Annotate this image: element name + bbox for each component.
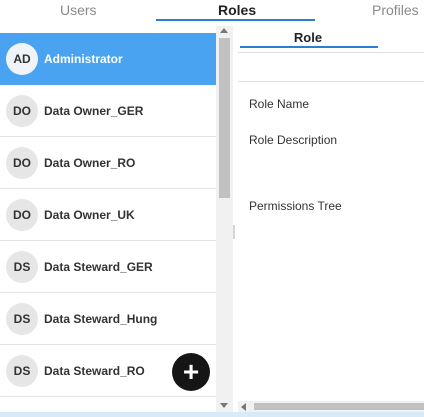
role-name: Data Steward_Hung	[44, 311, 158, 326]
scrollbar-thumb[interactable]	[219, 38, 230, 198]
pane-resize-handle[interactable]	[233, 225, 235, 239]
role-name: Administrator	[44, 51, 123, 66]
role-detail-panel: Role Role Name Role Description Permissi…	[238, 26, 424, 412]
role-name: Data Steward_RO	[44, 363, 145, 378]
plus-icon: +	[182, 356, 200, 387]
role-list-item[interactable]: AD Administrator	[0, 33, 216, 85]
role-list: AD Administrator DO Data Owner_GER DO Da…	[0, 33, 216, 409]
avatar: DO	[6, 94, 38, 127]
avatar: AD	[6, 42, 38, 75]
scroll-up-icon[interactable]	[220, 28, 228, 33]
avatar: DO	[6, 146, 38, 179]
role-name: Data Owner_RO	[44, 155, 136, 170]
list-scrollbar[interactable]	[216, 26, 233, 412]
top-tab-bar: Users Roles Profiles	[0, 0, 424, 22]
avatar: DS	[6, 250, 38, 283]
avatar: DO	[6, 198, 38, 231]
role-list-item[interactable]: DO Data Owner_UK	[0, 189, 216, 241]
active-subtab-indicator	[240, 46, 378, 48]
tab-profiles[interactable]: Profiles	[372, 2, 419, 18]
role-name: Data Owner_GER	[44, 103, 144, 118]
permissions-tree-label: Permissions Tree	[249, 199, 342, 213]
role-list-item[interactable]: DS Data Steward_GER	[0, 241, 216, 293]
role-name-label: Role Name	[249, 97, 310, 111]
role-list-item[interactable]: DO Data Owner_RO	[0, 137, 216, 189]
bottom-edge	[0, 412, 424, 417]
tab-role[interactable]: Role	[238, 26, 378, 48]
detail-horizontal-scrollbar[interactable]	[238, 401, 424, 412]
role-list-item[interactable]: DS Data Steward_Hung	[0, 293, 216, 345]
role-name: Data Steward_GER	[44, 259, 153, 274]
role-description-label: Role Description	[249, 133, 338, 147]
avatar: DS	[6, 354, 38, 387]
tab-roles[interactable]: Roles	[218, 2, 256, 18]
tab-users[interactable]: Users	[60, 2, 97, 18]
scrollbar-thumb[interactable]	[254, 403, 424, 410]
active-tab-indicator	[156, 19, 315, 21]
scroll-down-icon[interactable]	[220, 403, 228, 408]
scroll-left-icon[interactable]	[241, 403, 246, 411]
role-name: Data Owner_UK	[44, 207, 135, 222]
avatar: DS	[6, 302, 38, 335]
role-list-item[interactable]: DO Data Owner_GER	[0, 85, 216, 137]
divider	[238, 81, 424, 82]
divider	[238, 52, 424, 53]
add-role-button[interactable]: +	[172, 353, 210, 391]
